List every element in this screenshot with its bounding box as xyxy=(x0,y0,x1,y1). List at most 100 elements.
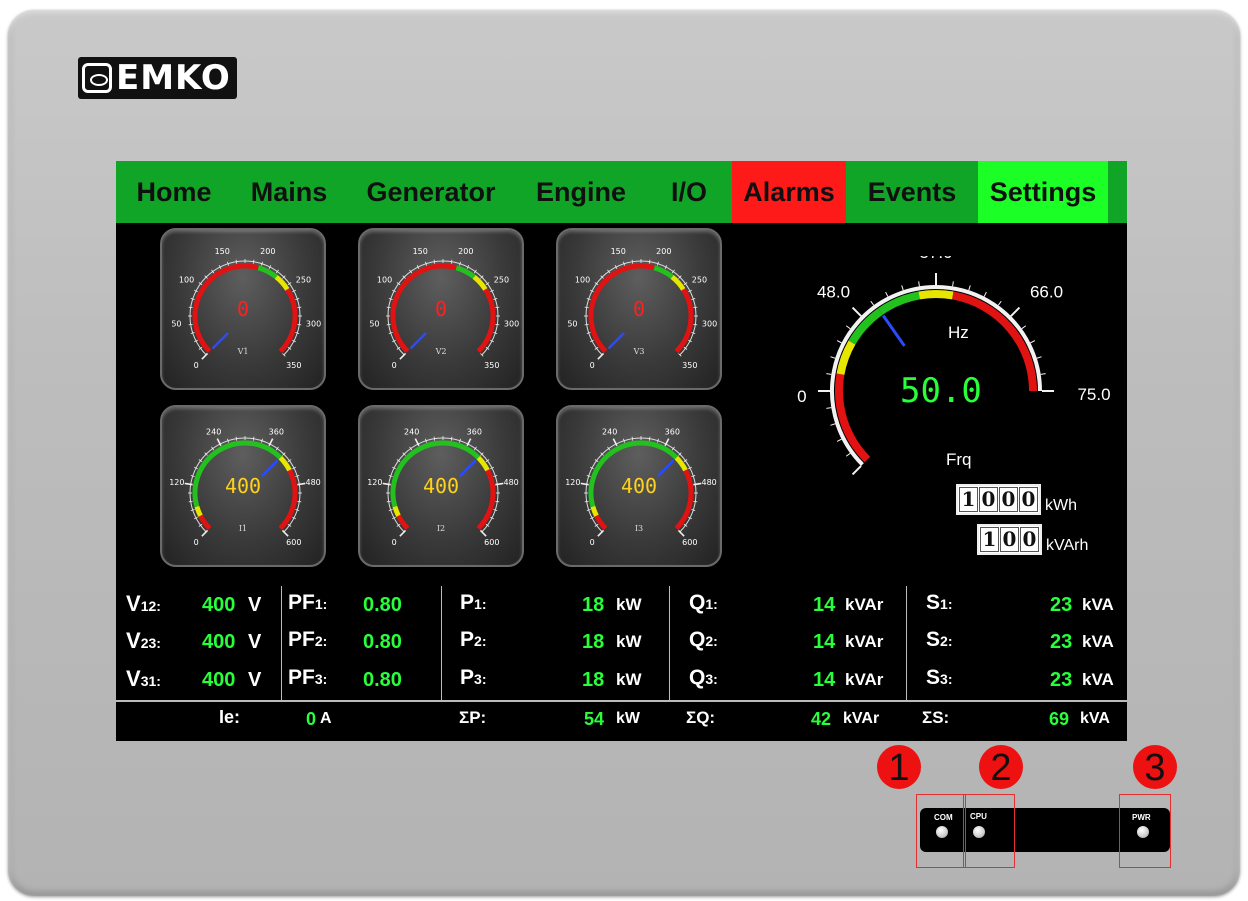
freq-tick xyxy=(918,281,920,287)
freq-tick xyxy=(845,452,851,457)
voltage-unit: V xyxy=(248,594,262,616)
counter-digit: 0 xyxy=(979,486,998,512)
gauge-tick-label: 250 xyxy=(692,275,707,284)
voltage-value: 400 xyxy=(202,631,236,653)
callout-3: 3 xyxy=(1133,745,1177,789)
cpu-highlight-box xyxy=(963,794,1015,868)
voltage-gauge-v3: 0 50 100 150 200 250 300 350 0 V3 xyxy=(556,228,722,390)
gauge-tick-label: 200 xyxy=(656,247,671,256)
tab-alarms[interactable]: Alarms xyxy=(732,161,846,223)
tab-settings[interactable]: Settings xyxy=(978,161,1108,223)
gauge-tick xyxy=(433,259,436,264)
gauge-name: V3 xyxy=(633,347,645,356)
counter-digit: 0 xyxy=(1000,526,1019,552)
p-value: 18 xyxy=(582,594,605,616)
freq-tick xyxy=(836,340,842,344)
gauge-tick-label: 200 xyxy=(260,247,275,256)
gauge-tick-label: 150 xyxy=(413,247,428,256)
gauge-name: V2 xyxy=(435,347,447,356)
gauge-tick-label: 0 xyxy=(590,538,595,547)
gauge-tick-label: 0 xyxy=(194,538,199,547)
gauge-tick-label: 240 xyxy=(602,428,617,437)
q-value: 14 xyxy=(813,594,836,616)
s-value: 23 xyxy=(1050,669,1073,691)
gauge-tick-label: 600 xyxy=(682,538,697,547)
gauge-band xyxy=(590,505,599,517)
counter-digit: 1 xyxy=(959,486,978,512)
gauge-tick-label: 360 xyxy=(467,428,482,437)
pf-label: PF2: xyxy=(288,628,328,651)
divider xyxy=(281,586,282,701)
tab-generator[interactable]: Generator xyxy=(346,161,516,223)
gauge-tick xyxy=(495,500,500,503)
gauge-tick xyxy=(631,259,634,264)
gauge-tick xyxy=(235,436,238,441)
voltage-value: 400 xyxy=(202,669,236,691)
gauge-tick xyxy=(495,323,500,326)
gauge-tick-label: 240 xyxy=(404,428,419,437)
nav-bar: Home Mains Generator Engine I/O Alarms E… xyxy=(116,161,1127,223)
gauge-tick-label: 200 xyxy=(458,247,473,256)
freq-tick xyxy=(901,285,904,291)
callout-1: 1 xyxy=(877,745,921,789)
gauge-tick xyxy=(450,436,453,441)
freq-tick xyxy=(952,281,954,287)
gauge-value: 400 xyxy=(620,474,658,498)
pwr-highlight-box xyxy=(1119,794,1171,868)
gauge-tick-label: 100 xyxy=(179,275,194,284)
gauge-tick-label: 100 xyxy=(575,275,590,284)
freq-tick xyxy=(1010,306,1021,317)
gauge-value: 0 xyxy=(434,297,448,321)
counter-digit: 0 xyxy=(1020,526,1039,552)
tab-events[interactable]: Events xyxy=(846,161,978,223)
q-unit: kVAr xyxy=(845,595,884,614)
s-label: S2: xyxy=(926,628,953,651)
emko-logo-icon xyxy=(82,63,112,93)
gauge-tick-label: 150 xyxy=(215,247,230,256)
divider xyxy=(116,700,1127,702)
s-unit: kVA xyxy=(1082,595,1114,614)
voltage-gauge-v1: 0 50 100 150 200 250 300 350 0 V1 xyxy=(160,228,326,390)
divider xyxy=(441,586,442,701)
q-label: Q1: xyxy=(689,591,718,614)
freq-tick xyxy=(885,291,889,297)
gauge-tick-label: 0 xyxy=(392,538,397,547)
tab-engine[interactable]: Engine xyxy=(516,161,646,223)
tab-mains[interactable]: Mains xyxy=(232,161,346,223)
kvarh-counter: 1 0 0 kVArh xyxy=(977,523,1088,555)
gauge-tick xyxy=(433,436,436,441)
gauge-tick-label: 300 xyxy=(504,320,519,329)
tab-home[interactable]: Home xyxy=(116,161,232,223)
voltage-label: V12: xyxy=(126,591,161,616)
voltage-unit: V xyxy=(248,631,262,653)
voltage-value: 400 xyxy=(202,594,236,616)
sum-q-label: ΣQ: xyxy=(686,708,716,727)
gauge-tick-label: 350 xyxy=(484,361,499,370)
freq-tick xyxy=(836,438,842,442)
gauge-tick-label: 0 xyxy=(590,361,595,370)
hmi-screen: Home Mains Generator Engine I/O Alarms E… xyxy=(116,161,1127,741)
tab-io[interactable]: I/O xyxy=(646,161,732,223)
kwh-counter: 1 0 0 0 kWh xyxy=(956,483,1077,515)
gauge-tick xyxy=(297,500,302,503)
gauge-tick-label: 0 xyxy=(392,361,397,370)
gauge-tick xyxy=(648,259,651,264)
pf-label: PF3: xyxy=(288,666,328,689)
gauge-tick-label: 600 xyxy=(484,538,499,547)
gauge-tick-label: 300 xyxy=(306,320,321,329)
ie-unit: A xyxy=(320,710,332,727)
kwh-digits: 1 0 0 0 xyxy=(956,483,1041,515)
s-unit: kVA xyxy=(1082,632,1114,651)
gauge-tick-label: 360 xyxy=(665,428,680,437)
p-value: 18 xyxy=(582,631,605,653)
q-value: 14 xyxy=(813,669,836,691)
gauge-tick-label: 250 xyxy=(494,275,509,284)
freq-tick xyxy=(845,325,851,330)
sum-q-value: 42 xyxy=(811,709,832,729)
gauge-tick xyxy=(188,500,193,503)
freq-band xyxy=(918,290,954,300)
pf-value: 0.80 xyxy=(363,669,402,691)
sum-s-value: 69 xyxy=(1049,709,1070,729)
gauge-tick xyxy=(188,323,193,326)
voltage-label: V23: xyxy=(126,628,161,653)
